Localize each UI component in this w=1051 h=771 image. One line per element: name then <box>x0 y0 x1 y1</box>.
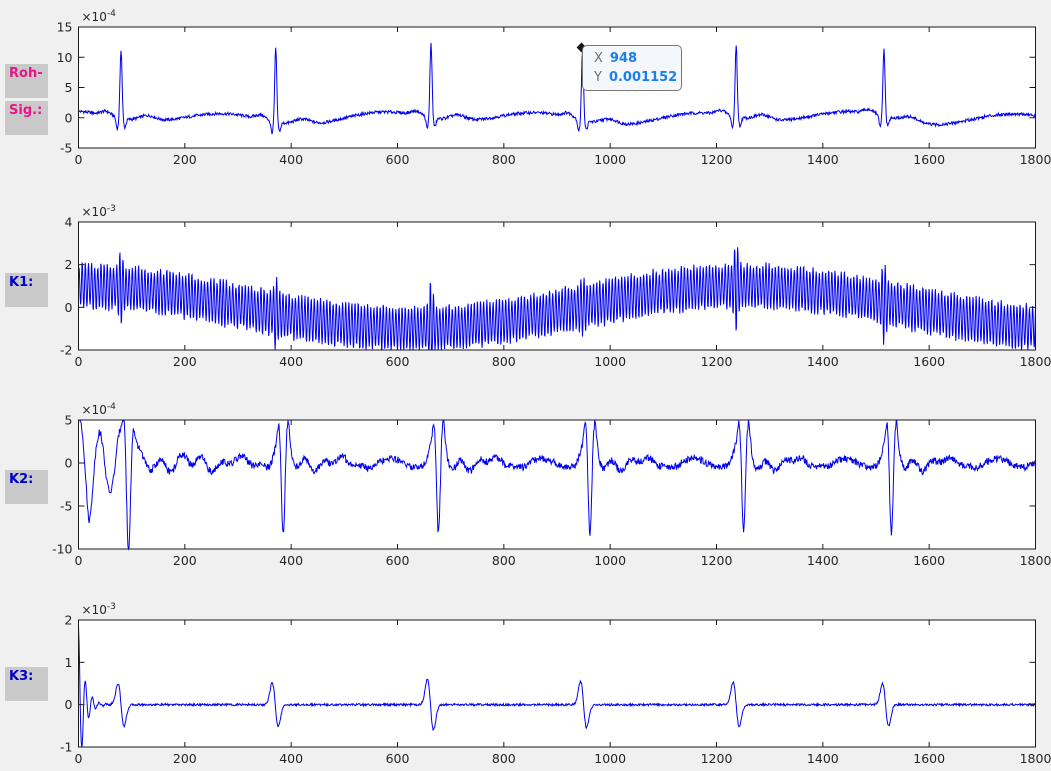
signal-label-roh-line1: Roh- <box>5 64 48 98</box>
datatip-x-label: X <box>594 51 603 66</box>
datatip-x-row: X 948 <box>594 49 675 68</box>
y-tick-label-k2: -5 <box>60 499 72 514</box>
x-tick-label-roh_signal: 0 <box>75 152 83 167</box>
x-tick-label-k1: 600 <box>386 354 410 369</box>
y-tick-label-roh_signal: 0 <box>65 110 73 125</box>
x-tick-label-k1: 1400 <box>807 354 839 369</box>
y-tick-label-roh_signal: -5 <box>60 141 72 156</box>
x-tick-label-k1: 1200 <box>701 354 733 369</box>
x-tick-label-k1: 1000 <box>594 354 626 369</box>
x-tick-label-k3: 1800 <box>1020 751 1051 766</box>
x-tick-label-k3: 1600 <box>913 751 945 766</box>
x-tick-label-k1: 0 <box>75 354 83 369</box>
x-tick-label-k2: 1000 <box>594 553 626 568</box>
y-tick-label-k3: -1 <box>60 740 72 755</box>
datatip-y-value: 0.001152 <box>609 70 677 85</box>
x-tick-label-k2: 1600 <box>913 553 945 568</box>
x-tick-label-roh_signal: 1000 <box>594 152 626 167</box>
datatip-y-row: Y 0.001152 <box>594 68 675 87</box>
x-tick-label-k3: 200 <box>173 751 197 766</box>
x-tick-label-k1: 400 <box>279 354 303 369</box>
x-tick-label-k2: 1200 <box>701 553 733 568</box>
x-tick-label-k3: 1200 <box>701 751 733 766</box>
y-tick-label-roh_signal: 15 <box>57 20 73 35</box>
x-tick-label-k3: 400 <box>279 751 303 766</box>
datatip-x-value: 948 <box>610 51 637 66</box>
y-scale-label-k1: ×10-3 <box>82 204 116 219</box>
signal-label-k2: K2: <box>5 470 48 504</box>
x-tick-label-k2: 400 <box>279 553 303 568</box>
x-tick-label-k2: 800 <box>492 553 516 568</box>
y-tick-label-k1: 0 <box>65 300 73 315</box>
y-tick-label-roh_signal: 10 <box>57 50 73 65</box>
x-tick-label-k3: 0 <box>75 751 83 766</box>
x-tick-label-roh_signal: 800 <box>492 152 516 167</box>
y-tick-label-k1: -2 <box>60 343 72 358</box>
datatip[interactable]: X 948 Y 0.001152 <box>582 45 682 91</box>
signal-label-k3: K3: <box>5 667 48 701</box>
y-tick-label-roh_signal: 5 <box>65 80 73 95</box>
x-tick-label-roh_signal: 1600 <box>913 152 945 167</box>
x-tick-label-k3: 600 <box>386 751 410 766</box>
x-tick-label-roh_signal: 1800 <box>1020 152 1051 167</box>
x-tick-label-k2: 1800 <box>1020 553 1051 568</box>
x-tick-label-roh_signal: 600 <box>386 152 410 167</box>
y-tick-label-k1: 4 <box>65 215 73 230</box>
x-tick-label-k2: 0 <box>75 553 83 568</box>
signal-label-roh-line2: Sig.: <box>5 101 48 135</box>
x-tick-label-roh_signal: 400 <box>279 152 303 167</box>
signal-label-k1: K1: <box>5 273 48 307</box>
y-tick-label-k3: 1 <box>65 655 73 670</box>
x-tick-label-roh_signal: 200 <box>173 152 197 167</box>
x-tick-label-k3: 800 <box>492 751 516 766</box>
x-tick-label-k1: 800 <box>492 354 516 369</box>
x-tick-label-k3: 1000 <box>594 751 626 766</box>
y-scale-label-roh_signal: ×10-4 <box>82 9 117 24</box>
x-tick-label-k2: 1400 <box>807 553 839 568</box>
datatip-y-label: Y <box>594 70 602 85</box>
matlab-figure: 020040060080010001200140016001800-505101… <box>0 0 1051 771</box>
x-tick-label-roh_signal: 1200 <box>701 152 733 167</box>
y-tick-label-k2: 5 <box>65 413 73 428</box>
axes-bg-k3 <box>79 620 1036 747</box>
y-tick-label-k2: 0 <box>65 456 73 471</box>
x-tick-label-k1: 1800 <box>1020 354 1051 369</box>
x-tick-label-k2: 200 <box>173 553 197 568</box>
plots-canvas[interactable]: 020040060080010001200140016001800-505101… <box>0 0 1051 771</box>
x-tick-label-roh_signal: 1400 <box>807 152 839 167</box>
axes-bg-roh_signal <box>79 27 1036 148</box>
y-tick-label-k3: 0 <box>65 697 73 712</box>
x-tick-label-k2: 600 <box>386 553 410 568</box>
y-tick-label-k3: 2 <box>65 613 73 628</box>
x-tick-label-k1: 200 <box>173 354 197 369</box>
y-scale-label-k3: ×10-3 <box>82 602 116 617</box>
y-tick-label-k2: -10 <box>52 542 72 557</box>
x-tick-label-k1: 1600 <box>913 354 945 369</box>
y-scale-label-k2: ×10-4 <box>82 402 117 417</box>
x-tick-label-k3: 1400 <box>807 751 839 766</box>
y-tick-label-k1: 2 <box>65 257 73 272</box>
